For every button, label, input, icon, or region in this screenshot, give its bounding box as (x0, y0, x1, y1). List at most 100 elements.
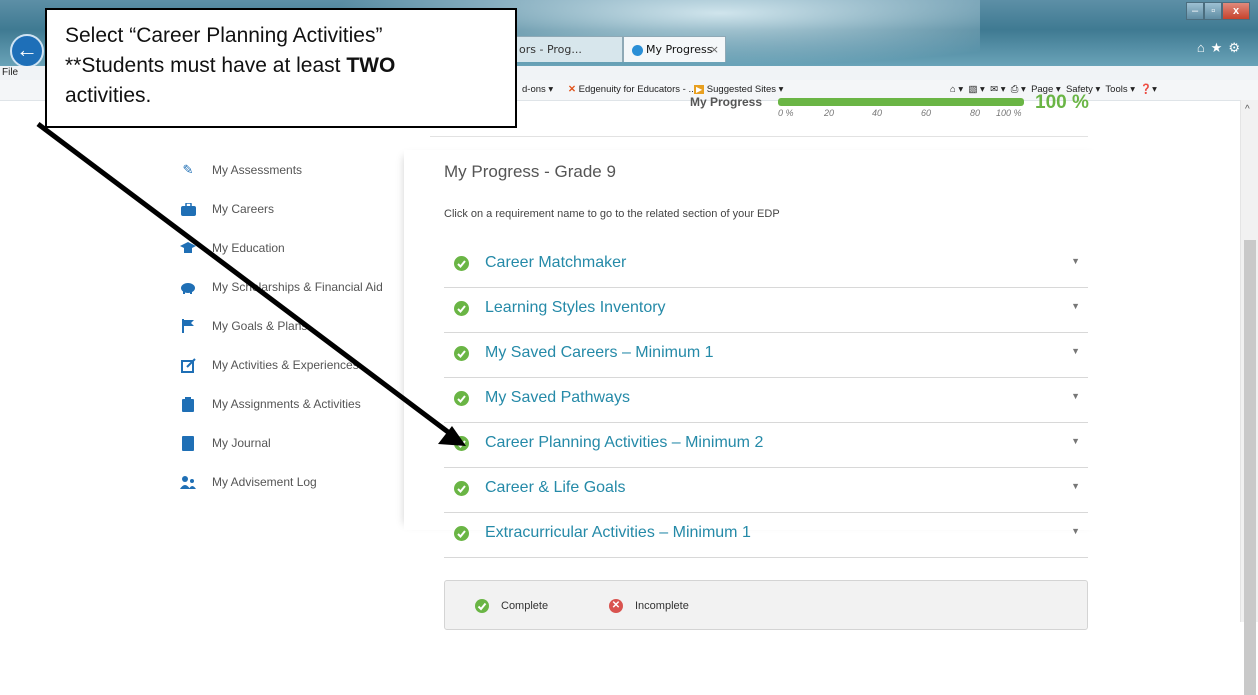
sidebar-item-label: My Advisement Log (212, 475, 317, 489)
scroll-thumb[interactable] (1244, 240, 1256, 695)
fav-suggested-label: Suggested Sites ▾ (706, 84, 784, 95)
minimize-button[interactable]: – (1186, 2, 1205, 20)
status-legend: Complete ✕ Incomplete (444, 580, 1088, 630)
check-circle-icon (454, 526, 469, 541)
scale-tick: 40 (872, 108, 883, 118)
sidebar-item-education[interactable]: My Education (180, 238, 285, 258)
check-circle-icon (475, 599, 489, 613)
sidebar-item-goals[interactable]: My Goals & Plans (180, 316, 307, 336)
requirement-link[interactable]: Extracurricular Activities – Minimum 1 (485, 524, 751, 542)
fav-addons[interactable]: d-ons ▾ (522, 84, 553, 95)
sidebar-item-journal[interactable]: My Journal (180, 433, 271, 453)
help-icon[interactable]: ❓▾ (1140, 84, 1157, 95)
sidebar-item-label: My Careers (212, 202, 275, 216)
sidebar-item-careers[interactable]: My Careers (180, 199, 274, 219)
sidebar-item-label: My Activities & Experiences (212, 358, 359, 372)
chevron-down-icon[interactable]: ▼ (1071, 391, 1080, 401)
requirement-link[interactable]: Career Matchmaker (485, 254, 626, 272)
briefcase-icon (180, 201, 196, 217)
feeds-icon[interactable]: ▧ ▾ (968, 84, 984, 95)
sidebar-item-label: My Assignments & Activities (212, 397, 361, 411)
check-circle-icon (454, 301, 469, 316)
chevron-down-icon[interactable]: ▼ (1071, 481, 1080, 491)
vertical-scrollbar[interactable]: ^ (1240, 100, 1258, 695)
sidebar-item-scholarships[interactable]: My Scholarships & Financial Aid (180, 277, 383, 297)
sidebar-item-advisement[interactable]: My Advisement Log (180, 472, 317, 492)
mail-icon[interactable]: ✉ ▾ (990, 84, 1005, 95)
chevron-down-icon[interactable]: ▼ (1071, 346, 1080, 356)
x-circle-icon: ✕ (609, 599, 623, 613)
legend-complete: Complete (475, 599, 548, 613)
callout-line-3: activities. (65, 84, 152, 107)
sidebar-item-label: My Goals & Plans (212, 319, 308, 333)
suggested-sites-icon: ▶ (694, 85, 705, 94)
chevron-down-icon[interactable]: ▼ (1071, 256, 1080, 266)
check-circle-icon (454, 391, 469, 406)
close-window-button[interactable]: x (1222, 2, 1250, 20)
flag-icon (180, 318, 196, 334)
requirement-link[interactable]: Career Planning Activities – Minimum 2 (485, 434, 763, 452)
requirement-row[interactable]: Learning Styles Inventory ▼ (444, 288, 1088, 333)
scroll-up-icon[interactable]: ^ (1245, 104, 1250, 115)
instruction-callout: Select “Career Planning Activities” **St… (45, 8, 517, 128)
scale-tick: 20 (824, 108, 835, 118)
requirement-row[interactable]: Extracurricular Activities – Minimum 1 ▼ (444, 513, 1088, 558)
requirement-row[interactable]: My Saved Pathways ▼ (444, 378, 1088, 423)
check-circle-icon (454, 346, 469, 361)
clipboard-icon (180, 396, 196, 412)
browser-tab-my-progress[interactable]: My Progress × (623, 36, 726, 62)
cmd-tools[interactable]: Tools ▾ (1105, 84, 1135, 95)
fav-suggested[interactable]: ▶ Suggested Sites ▾ (694, 84, 783, 95)
scale-tick: 0 % (778, 108, 794, 118)
requirement-row[interactable]: Career Matchmaker ▼ (444, 243, 1088, 288)
requirement-row[interactable]: Career & Life Goals ▼ (444, 468, 1088, 513)
chevron-down-icon[interactable]: ▼ (1071, 436, 1080, 446)
fav-edgenuity[interactable]: ✕ Edgenuity for Educators - ... (568, 84, 696, 95)
callout-emphasis: TWO (346, 54, 396, 77)
requirement-link[interactable]: Career & Life Goals (485, 479, 626, 497)
requirement-row[interactable]: Career Planning Activities – Minimum 2 ▼ (444, 423, 1088, 468)
requirement-link[interactable]: Learning Styles Inventory (485, 299, 666, 317)
browser-tab-inactive[interactable]: ors - Prog... (510, 36, 623, 62)
graduation-cap-icon (180, 240, 196, 256)
edit-square-icon (180, 357, 196, 373)
sidebar-item-label: My Journal (212, 436, 271, 450)
tab-label: ors - Prog... (519, 43, 582, 56)
page-title: My Progress - Grade 9 (444, 162, 616, 181)
requirement-link[interactable]: My Saved Careers – Minimum 1 (485, 344, 714, 362)
check-circle-icon (454, 481, 469, 496)
home-favorites-settings-icons[interactable]: ⌂★⚙ (1197, 40, 1246, 56)
window-controls: – ▫ x (1186, 2, 1250, 20)
ie-logo-icon (632, 44, 643, 56)
progress-bar (778, 98, 1024, 106)
home-icon[interactable]: ⌂ ▾ (950, 84, 963, 95)
sidebar-item-activities-experiences[interactable]: My Activities & Experiences (180, 355, 359, 375)
check-circle-icon (454, 436, 469, 451)
pencil-icon: ✎ (182, 162, 194, 177)
tab-close-icon[interactable]: × (710, 37, 719, 63)
check-circle-icon (454, 256, 469, 271)
scale-tick: 100 % (996, 108, 1022, 118)
back-arrow-icon[interactable]: ← (10, 34, 44, 68)
fav-edgenuity-label: Edgenuity for Educators - ... (578, 84, 697, 95)
scale-tick: 60 (921, 108, 932, 118)
progress-value: 100 % (1035, 92, 1089, 113)
maximize-button[interactable]: ▫ (1204, 2, 1223, 20)
menu-file[interactable]: File (2, 67, 18, 78)
legend-incomplete-label: Incomplete (635, 600, 689, 612)
callout-line-2-text: **Students must have at least (65, 54, 347, 77)
chevron-down-icon[interactable]: ▼ (1071, 526, 1080, 536)
overall-progress: My Progress 0 % 20 40 60 80 100 % 100 % (690, 92, 1090, 124)
instructions-text: Click on a requirement name to go to the… (444, 208, 780, 220)
callout-line-1: Select “Career Planning Activities” (65, 24, 383, 47)
progress-fill (778, 98, 1024, 106)
book-icon (180, 435, 196, 451)
tab-label: My Progress (646, 43, 713, 56)
sidebar-item-assignments[interactable]: My Assignments & Activities (180, 394, 361, 414)
requirement-link[interactable]: My Saved Pathways (485, 389, 630, 407)
print-icon[interactable]: ⎙ ▾ (1011, 84, 1026, 95)
requirement-row[interactable]: My Saved Careers – Minimum 1 ▼ (444, 333, 1088, 378)
sidebar-item-assessments[interactable]: ✎ My Assessments (180, 160, 302, 180)
legend-complete-label: Complete (501, 600, 549, 612)
chevron-down-icon[interactable]: ▼ (1071, 301, 1080, 311)
